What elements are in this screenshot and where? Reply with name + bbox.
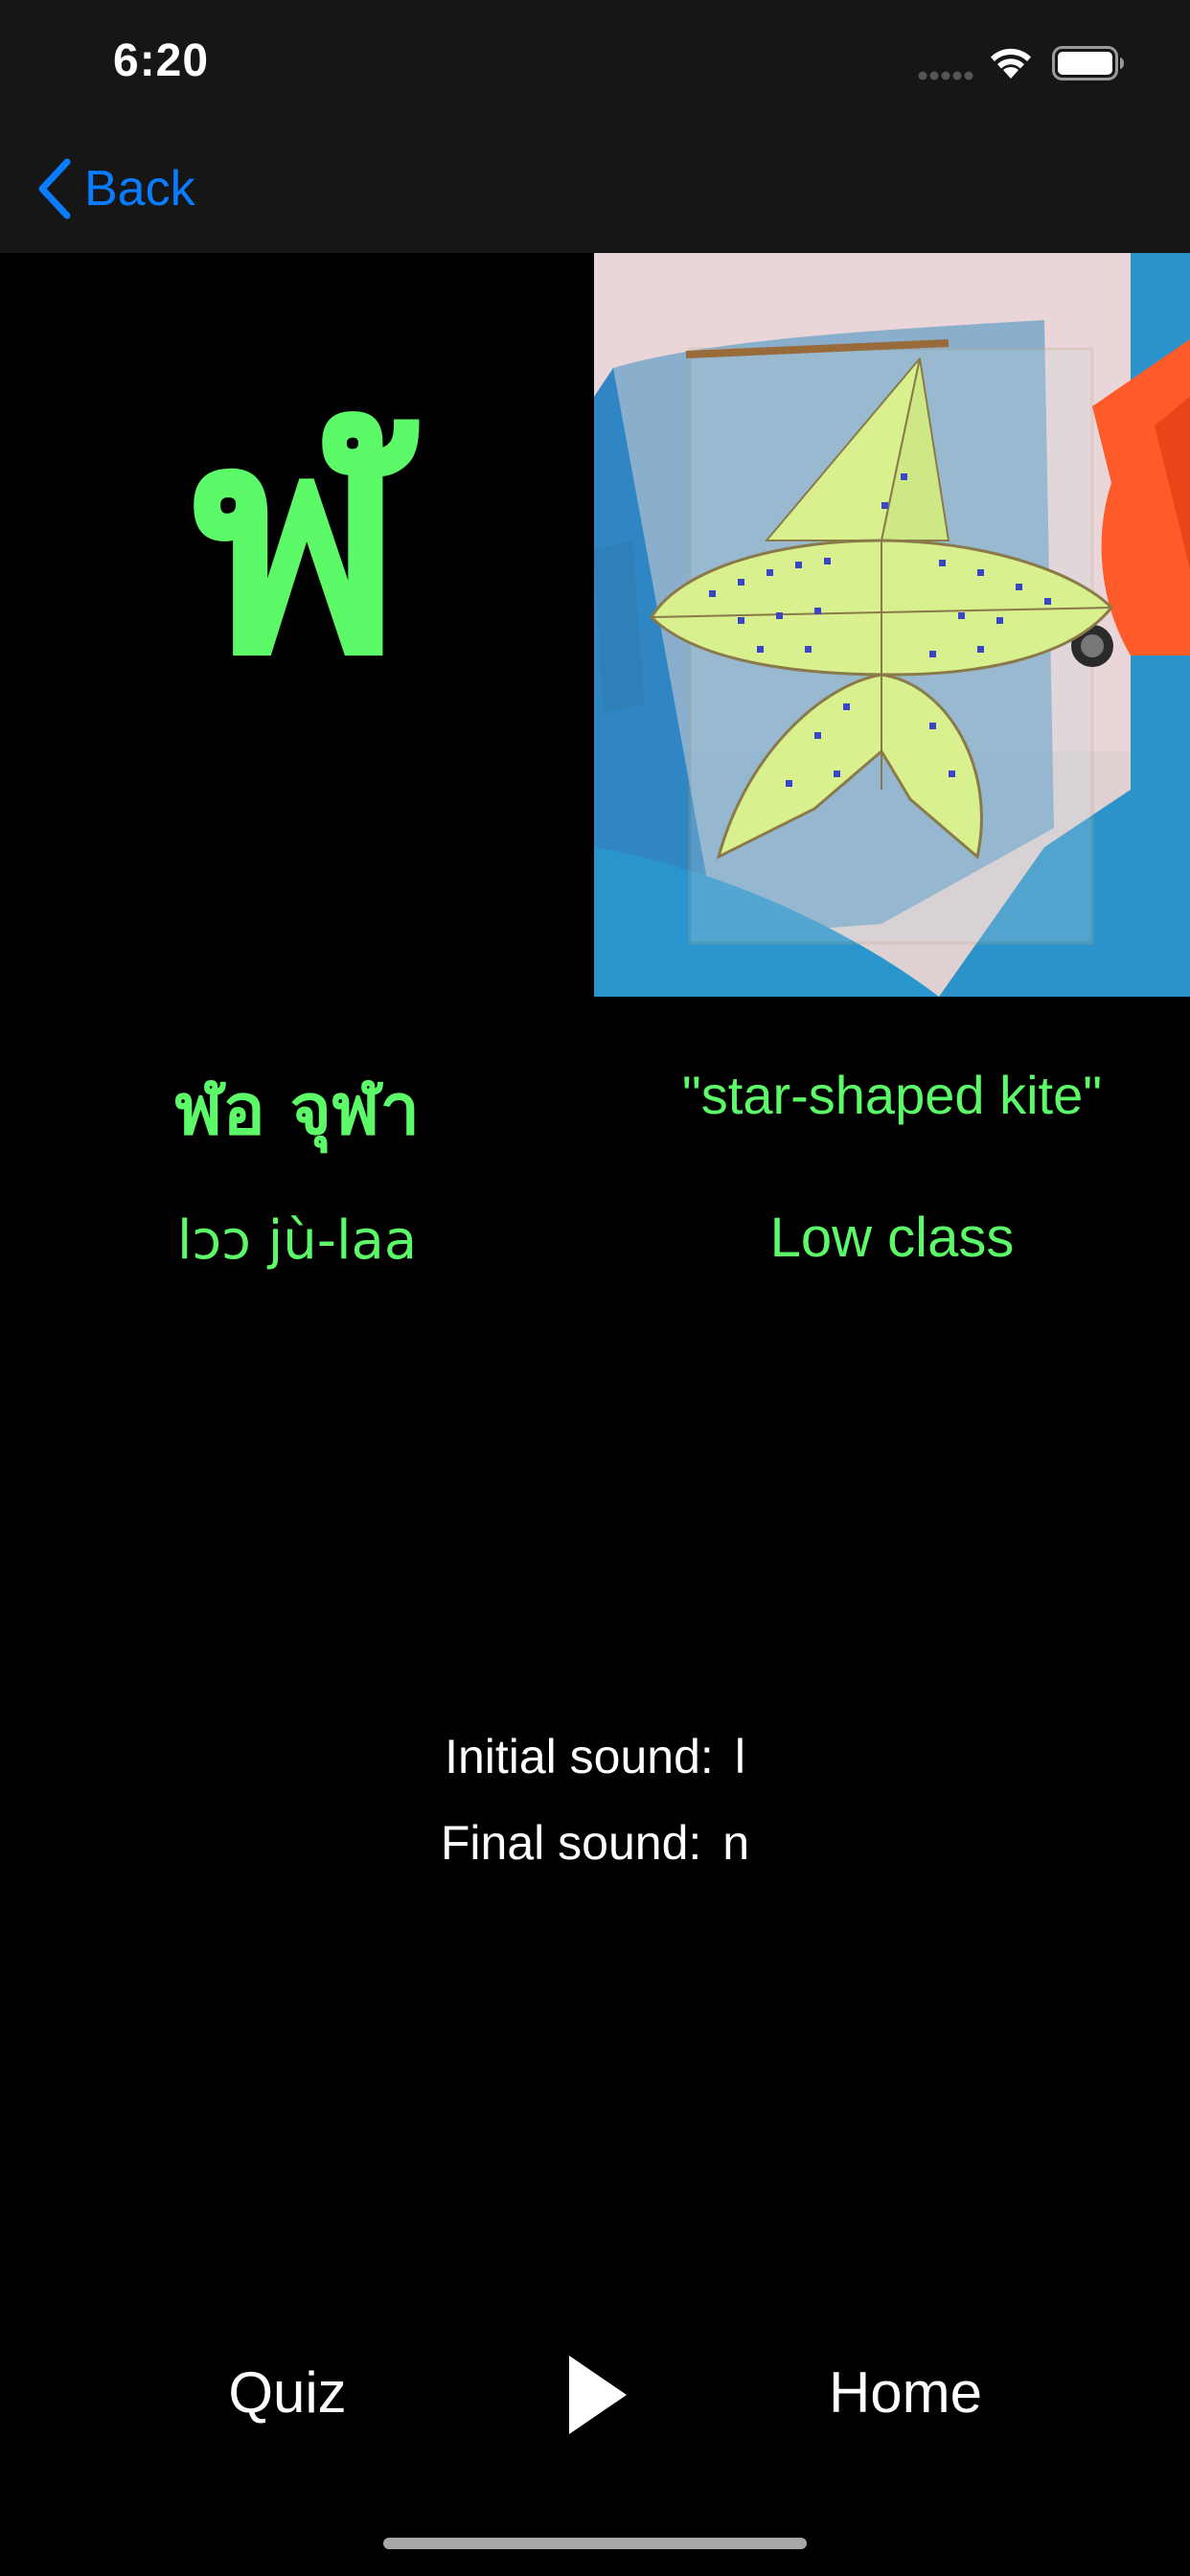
status-time: 6:20	[113, 35, 210, 86]
chevron-left-icon	[38, 158, 71, 219]
letter-meaning: "star-shaped kite"	[681, 1065, 1103, 1125]
home-indicator[interactable]	[383, 2538, 807, 2549]
letter-class: Low class	[769, 1207, 1015, 1269]
cellular-signal-icon	[918, 71, 973, 80]
quiz-button[interactable]: Quiz	[172, 2359, 402, 2426]
back-button[interactable]: Back	[34, 155, 195, 222]
final-sound: Final sound: n	[0, 1815, 1190, 1871]
play-icon[interactable]	[567, 2354, 629, 2436]
letter-romanization: lɔɔ jù-laa	[176, 1209, 418, 1272]
final-sound-label: Final sound:	[440, 1816, 702, 1870]
status-bar: 6:20	[0, 0, 1190, 126]
initial-sound-value: l	[734, 1730, 745, 1783]
wifi-icon	[991, 48, 1031, 79]
battery-icon	[1052, 46, 1124, 80]
home-button[interactable]: Home	[786, 2359, 1025, 2426]
final-sound-value: n	[722, 1816, 750, 1870]
kite-photo	[594, 253, 1190, 997]
initial-sound: Initial sound: l	[0, 1729, 1190, 1784]
back-label: Back	[84, 161, 195, 217]
letter-name: ฬอ จุฬา	[173, 1069, 421, 1151]
initial-sound-label: Initial sound:	[445, 1730, 714, 1783]
thai-letter: ฬ	[189, 357, 405, 725]
